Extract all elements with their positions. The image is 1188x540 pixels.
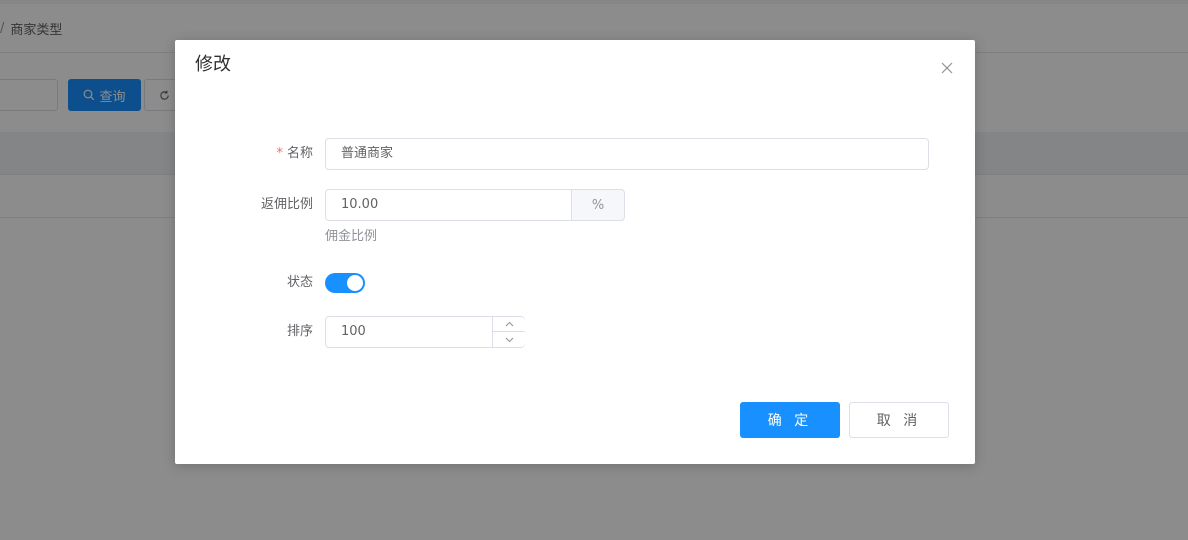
rebate-help-text: 佣金比例 [325,229,378,244]
form-row-name: * 名称 普通商家 [175,138,975,170]
cancel-button[interactable]: 取 消 [849,402,949,438]
status-switch[interactable] [325,273,365,293]
confirm-button[interactable]: 确 定 [740,402,840,438]
required-mark: * [276,146,283,161]
increase-button[interactable] [493,317,525,332]
chevron-up-icon [505,321,513,327]
rebate-label: 返佣比例 [260,197,313,212]
rebate-input[interactable]: 10.00 [325,189,572,221]
name-input[interactable]: 普通商家 [325,138,929,170]
name-label-text: 名称 [286,146,313,161]
rebate-input-group: 10.00 % [325,189,625,221]
switch-knob [347,275,363,291]
sort-stepper: 100 [325,316,525,348]
edit-dialog: 修改 *名称 普通商家 返佣比例 10.00 % 佣金比例 状态 排序 100 [175,40,975,464]
dialog-title: 修改 [195,54,231,75]
decrease-button[interactable] [493,332,525,347]
form-row-rebate: 返佣比例 10.00 % [175,189,975,221]
chevron-down-icon [505,337,513,342]
stepper-controls [492,317,525,347]
status-label: 状态 [286,275,313,290]
close-icon[interactable] [938,59,956,77]
sort-label: 排序 [286,324,313,339]
percent-suffix: % [571,189,625,221]
name-label: * 名称 [276,138,313,170]
form-row-status: 状态 [175,267,975,299]
form-row-sort: 排序 100 [175,316,975,348]
